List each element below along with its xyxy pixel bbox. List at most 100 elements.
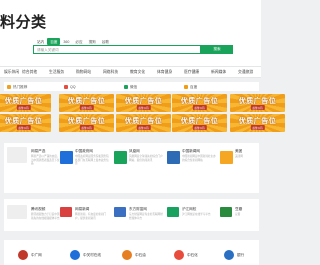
site-logo-icon — [174, 250, 184, 260]
ad-banner[interactable]: 优质广告位 虚位以待 — [230, 94, 285, 112]
search-tab-active[interactable]: 百度 — [47, 38, 61, 45]
page: 料分类 站内 百度 360 必应 搜狗 谷歌 请输入关键词 搜索 娱乐休闲 综合… — [0, 0, 285, 265]
site-logo-icon — [7, 147, 27, 163]
nav-item[interactable]: 体育健身 — [157, 70, 172, 75]
ad-banner[interactable]: 优质广告位 虚位以待 — [116, 114, 171, 132]
nav-item[interactable]: 购物网站 — [76, 70, 91, 75]
search-input[interactable]: 请输入关键词 — [33, 45, 201, 54]
site-logo-icon — [114, 151, 127, 164]
site-card-desc: 豆瓣 — [235, 213, 241, 216]
site-card[interactable]: 中石化 — [174, 250, 214, 262]
site-card-desc: 腾讯视频致力于打造中国领先的在线视频媒体平台 — [31, 213, 60, 220]
search-tab[interactable]: 必应 — [72, 38, 85, 45]
search-engine-tabs: 站内 百度 360 必应 搜狗 谷歌 — [34, 38, 112, 45]
ad-banner[interactable]: 优质广告位 虚位以待 — [59, 94, 114, 112]
site-card[interactable]: 东方财富网 东方财富网是专业的互联网财经媒体平台 — [114, 202, 163, 228]
section-tab[interactable]: 微信 — [124, 85, 137, 90]
site-card[interactable]: 中石油 — [122, 250, 162, 262]
ad-banner[interactable]: 优质广告位 虚位以待 — [59, 114, 114, 132]
search-tab[interactable]: 谷歌 — [99, 38, 112, 45]
section-tab[interactable]: 热门推荐 — [7, 85, 27, 90]
site-card[interactable]: 中广网 — [18, 250, 58, 262]
section-tab-label: 微信 — [130, 84, 138, 89]
site-card[interactable]: 美团 美团网 — [220, 146, 258, 190]
site-card-title: 凤凰网 — [129, 149, 140, 153]
section-header: 热门推荐 QQ 微信 百度 — [4, 82, 259, 91]
nav-item[interactable]: 新闻媒体 — [211, 70, 226, 75]
site-card-title: 网易严选 — [31, 149, 46, 153]
site-card[interactable]: 沪江网校 沪江网校是在线学习平台 — [167, 202, 215, 228]
section-tab[interactable]: QQ — [64, 84, 76, 89]
site-card[interactable]: 银行 — [224, 250, 258, 262]
ad-banner[interactable]: 优质广告位 虚位以待 — [0, 94, 51, 112]
search-tab[interactable]: 站内 — [34, 38, 47, 45]
site-card-title: 中石化 — [187, 253, 198, 257]
site-card-title: 中关村在线 — [83, 253, 101, 257]
site-logo-icon — [7, 205, 27, 219]
search-button[interactable]: 搜索 — [201, 45, 233, 54]
ad-banner[interactable]: 优质广告位 虚位以待 — [0, 114, 51, 132]
ad-banner[interactable]: 优质广告位 虚位以待 — [172, 114, 227, 132]
site-card[interactable]: 腾讯视频 腾讯视频致力于打造中国领先的在线视频媒体平台 — [7, 202, 60, 228]
site-card-desc: 中国政府网是国务院和国务院各部门在互联网上发布政务信息 — [75, 155, 109, 166]
nav-item[interactable]: 娱乐休闲 — [4, 70, 19, 75]
ad-banner-subtitle: 虚位以待 — [79, 125, 94, 130]
section-tab-label: 热门推荐 — [13, 84, 28, 89]
nav-item[interactable]: 医疗健康 — [184, 70, 199, 75]
section-tab[interactable]: 百度 — [184, 85, 197, 90]
site-card[interactable]: 凤凰网 凤凰网是全球领先的综合门户网站，提供新闻资讯 — [114, 146, 163, 190]
site-logo-icon — [60, 207, 72, 217]
wechat-icon — [124, 85, 128, 89]
site-card-desc: 网易严选以严谨的态度，为中国消费者甄选天下优品 — [31, 155, 60, 166]
category-nav: 娱乐休闲 综合其他 生活服务 购物网站 网络科技 教育文化 体育健身 医疗健康 … — [0, 66, 261, 78]
site-logo-icon — [114, 207, 126, 217]
site-logo[interactable]: 料分类 — [0, 11, 47, 32]
site-card[interactable]: 中国政府网 中国政府网是国务院和国务院各部门在互联网上发布政务信息 — [60, 146, 109, 190]
nav-item[interactable]: 综合其他 — [22, 70, 37, 75]
site-card[interactable]: 网易新闻 网易新闻，有态度的新闻门户，提供新闻资讯 — [60, 202, 108, 228]
site-card-desc: 中国新闻网是中国新闻社主办的综合性新闻网站 — [182, 155, 216, 162]
search-tab[interactable]: 搜狗 — [86, 38, 99, 45]
ad-banner-subtitle: 虚位以待 — [16, 125, 31, 130]
site-logo-icon — [122, 250, 132, 260]
site-card-desc: 凤凰网是全球领先的综合门户网站，提供新闻资讯 — [129, 155, 163, 162]
ad-banner[interactable]: 优质广告位 虚位以待 — [172, 94, 227, 112]
header: 料分类 站内 百度 360 必应 搜狗 谷歌 请输入关键词 搜索 — [0, 0, 261, 66]
fire-icon — [7, 85, 11, 89]
ad-banner[interactable]: 优质广告位 虚位以待 — [116, 94, 171, 112]
nav-item[interactable]: 生活服务 — [49, 70, 64, 75]
site-card-title: 中石油 — [135, 253, 146, 257]
site-logo-icon — [167, 207, 179, 217]
site-card[interactable]: 网易严选 网易严选以严谨的态度，为中国消费者甄选天下优品 — [7, 146, 60, 190]
ad-banner-subtitle: 虚位以待 — [136, 125, 151, 130]
site-card-title: 中广网 — [31, 253, 42, 257]
ad-banner[interactable]: 优质广告位 虚位以待 — [230, 114, 285, 132]
ad-banner-area: 优质广告位 虚位以待 优质广告位 虚位以待 优质广告位 虚位以待 优质广告位 虚位以待 … — [0, 92, 285, 135]
section-tab-label: QQ — [70, 84, 76, 89]
site-card-desc: 美团网 — [235, 155, 243, 158]
site-logo-icon — [220, 151, 233, 164]
nav-item[interactable]: 网络科技 — [103, 70, 118, 75]
site-card[interactable]: 中国新闻网 中国新闻网是中国新闻社主办的综合性新闻网站 — [167, 146, 216, 190]
ad-banner-subtitle: 虚位以待 — [79, 105, 94, 110]
site-card-title: 豆瓣 — [235, 207, 243, 211]
site-card-row: 网易严选 网易严选以严谨的态度，为中国消费者甄选天下优品 中国政府网 中国政府网… — [4, 143, 259, 193]
baidu-icon — [184, 85, 188, 89]
ad-banner-subtitle: 虚位以待 — [250, 125, 265, 130]
site-logo-icon — [70, 250, 80, 260]
site-card-desc: 网易新闻，有态度的新闻门户，提供新闻资讯 — [75, 213, 107, 220]
nav-item[interactable]: 交通旅游 — [238, 70, 253, 75]
qq-icon — [64, 84, 68, 89]
site-card-desc: 东方财富网是专业的互联网财经媒体平台 — [129, 213, 163, 220]
search-tab[interactable]: 360 — [60, 38, 72, 45]
site-card-title: 沪江网校 — [182, 207, 197, 211]
ad-banner-subtitle: 虚位以待 — [192, 105, 207, 110]
site-logo-icon — [60, 151, 73, 164]
site-card[interactable]: 中关村在线 — [70, 250, 110, 262]
nav-item[interactable]: 教育文化 — [130, 70, 145, 75]
site-logo-icon — [167, 151, 180, 164]
section-tab-label: 百度 — [190, 84, 198, 89]
site-logo-icon — [220, 207, 232, 217]
site-card-title: 美团 — [235, 149, 243, 153]
site-card[interactable]: 豆瓣 豆瓣 — [220, 202, 258, 228]
